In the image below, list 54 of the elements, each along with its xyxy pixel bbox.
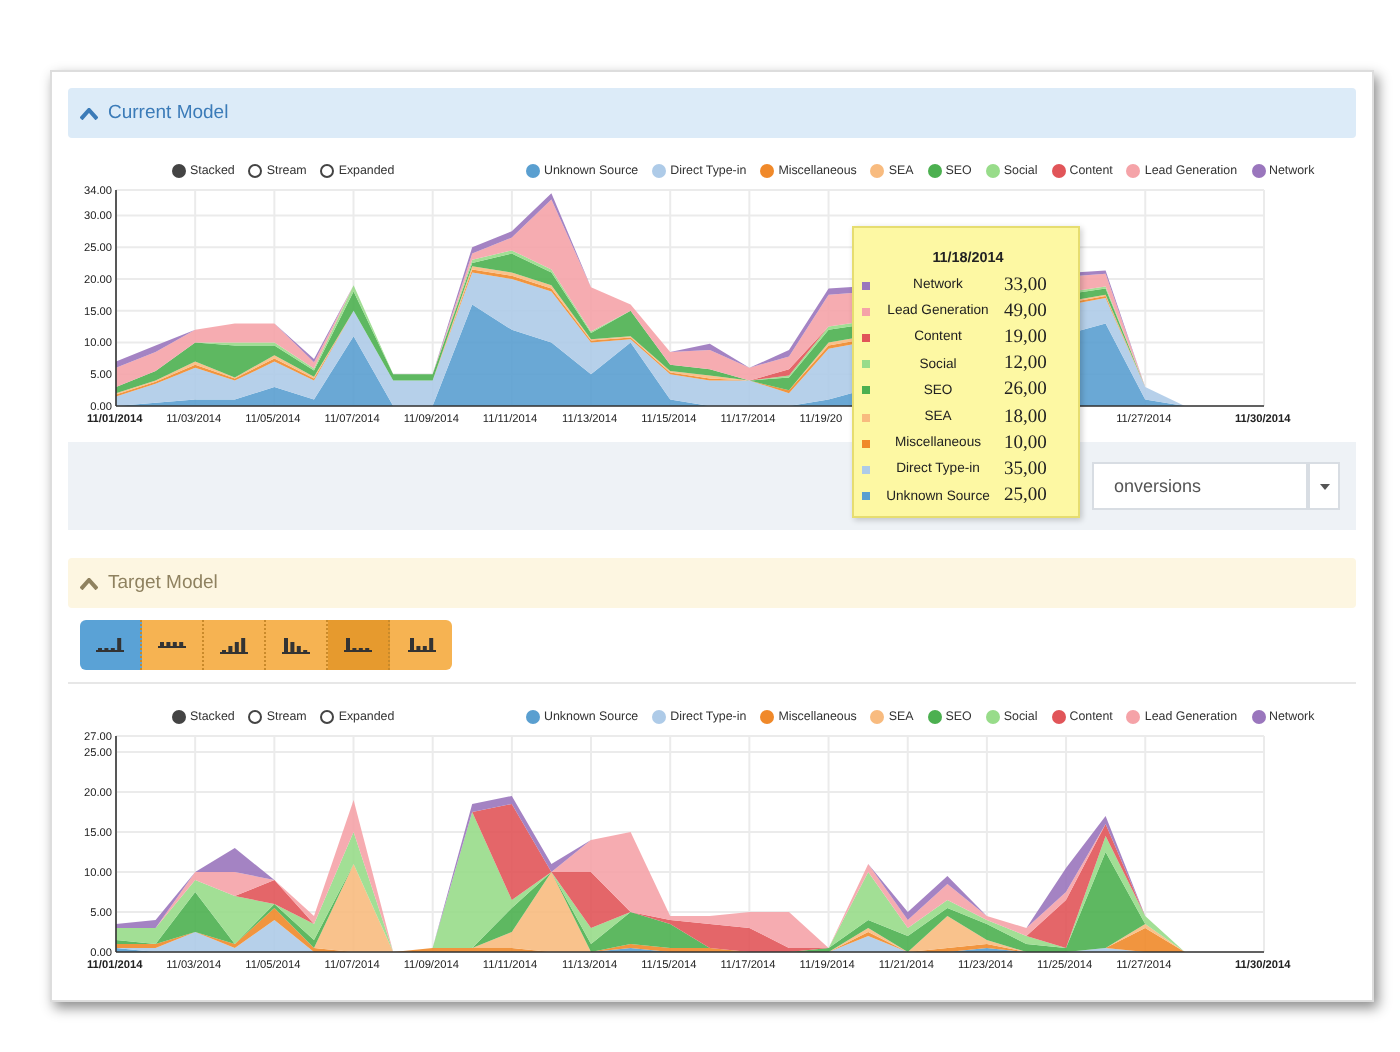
radio-button[interactable] [172,709,186,723]
tooltip-value: 18,00 [1004,407,1047,428]
legend-dot[interactable] [1251,709,1266,723]
tooltip-value: 33,00 [1004,275,1047,296]
radio-button[interactable] [320,163,335,177]
section-title: Current Model [108,102,229,124]
tooltip-value: 49,00 [1004,301,1047,322]
bar-chart-icon [407,638,435,652]
tooltip-value: 26,00 [1004,380,1047,401]
bar-chart-icon [282,637,310,653]
dropdown-button[interactable] [1308,462,1340,510]
legend-dot[interactable] [870,163,885,177]
bar-chart-icon [220,637,248,653]
bar-chart-icon [158,642,186,648]
section-header[interactable]: Current Model [68,88,1356,138]
radio-button[interactable] [320,709,335,723]
legend-dot[interactable] [1126,709,1141,723]
tooltip-value: 25,00 [1004,486,1047,507]
chart-type-button[interactable] [204,620,266,670]
tooltip-value: 35,00 [1004,459,1047,480]
radio-button[interactable] [248,163,263,177]
legend-dot[interactable] [526,709,540,723]
chart-type-button[interactable] [328,620,390,670]
legend-dot[interactable] [927,709,942,723]
tooltip-value: 10,00 [1004,433,1047,454]
legend-dot[interactable] [760,709,775,723]
legend-dot[interactable] [1251,163,1266,177]
chart-type-button[interactable] [266,620,328,670]
bar-chart-icon [96,638,124,652]
legend-dot[interactable] [760,163,775,177]
legend-dot[interactable] [652,709,667,723]
legend-dot[interactable] [1051,709,1066,723]
chevron-up-icon [80,577,98,589]
radio-button[interactable] [248,709,263,723]
section-title: Target Model [108,572,218,594]
legend-dot[interactable] [652,163,667,177]
tooltip-value: 19,00 [1004,327,1047,348]
section-header[interactable]: Target Model [68,558,1356,608]
legend-dot[interactable] [526,163,540,177]
legend-dot[interactable] [927,163,942,177]
bar-chart-icon [344,638,372,652]
radio-button[interactable] [172,163,186,177]
legend-dot[interactable] [1126,163,1141,177]
metric-select[interactable]: onversions [1092,462,1308,510]
legend-dot[interactable] [985,709,1000,723]
legend-dot[interactable] [1051,163,1066,177]
legend-dot[interactable] [870,709,885,723]
caret-icon [1319,483,1329,489]
chart-type-button[interactable] [80,620,142,670]
tooltip-value: 12,00 [1004,354,1047,375]
chart-type-button[interactable] [390,620,452,670]
chevron-up-icon [80,107,98,119]
chart-type-button[interactable] [142,620,204,670]
legend-dot[interactable] [985,163,1000,177]
